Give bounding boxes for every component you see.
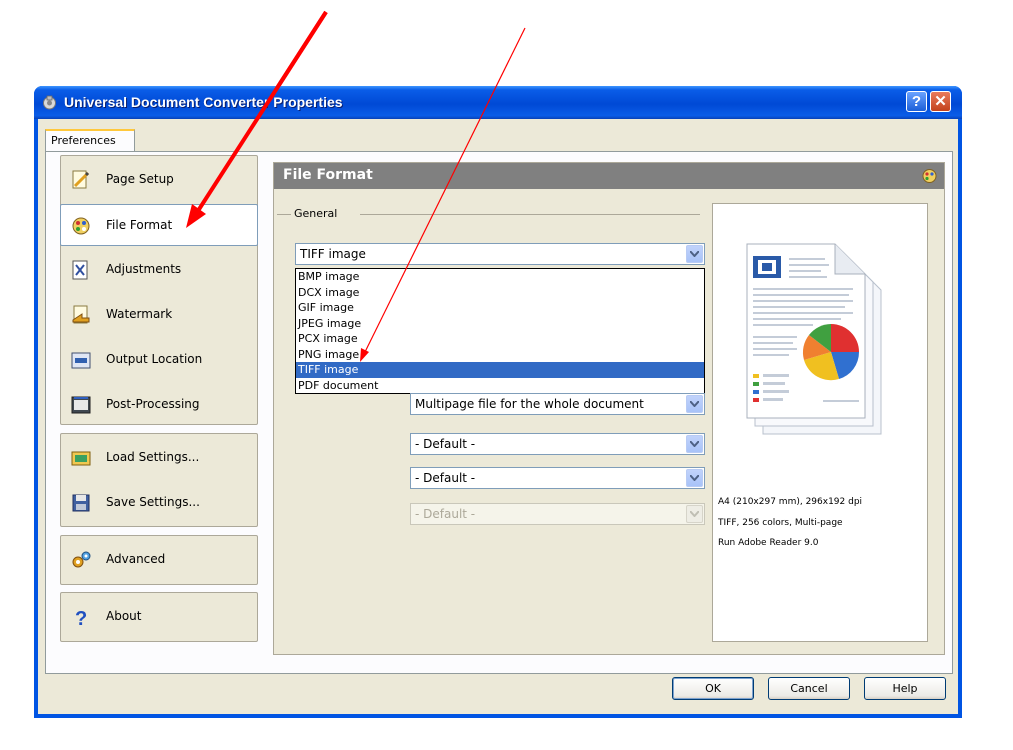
format-select-value: TIFF image <box>300 247 366 261</box>
nav-group-advanced: Advanced <box>60 535 258 585</box>
preview-format-info: TIFF, 256 colors, Multi-page <box>718 518 843 528</box>
ok-button[interactable]: OK <box>672 677 754 700</box>
panel-title: File Format <box>283 167 373 183</box>
dropdown-option-pcx[interactable]: PCX image <box>296 331 704 347</box>
chevron-down-icon[interactable] <box>686 435 703 453</box>
nav-label-advanced: Advanced <box>106 552 166 566</box>
file-format-icon <box>72 217 90 235</box>
dropdown-option-png[interactable]: PNG image <box>296 347 704 363</box>
nav-label-page-setup: Page Setup <box>106 172 174 186</box>
nav-label-file-format: File Format <box>106 218 173 232</box>
chevron-down-icon[interactable] <box>686 245 703 263</box>
dropdown-option-tiff[interactable]: TIFF image <box>296 362 704 378</box>
disabled-select-value: - Default - <box>415 507 476 521</box>
watermark-icon <box>72 305 90 324</box>
output-location-icon <box>71 352 91 369</box>
nav-label-about: About <box>106 609 142 623</box>
nav-item-watermark[interactable]: Watermark <box>61 294 257 336</box>
close-button[interactable]: ✕ <box>930 91 951 112</box>
dropdown-option-pdf[interactable]: PDF document <box>296 378 704 394</box>
compression-select[interactable]: - Default - <box>410 467 705 489</box>
nav-item-adjustments[interactable]: Adjustments <box>61 249 257 291</box>
chevron-down-icon[interactable] <box>686 395 703 413</box>
dropdown-option-dcx[interactable]: DCX image <box>296 285 704 301</box>
document-preview-illustration <box>746 243 882 435</box>
nav-label-post-processing: Post-Processing <box>106 397 200 411</box>
compression-select-value: - Default - <box>415 471 476 485</box>
group-label-general: General <box>294 207 338 220</box>
svg-text:?: ? <box>75 608 87 628</box>
nav-item-load-settings[interactable]: Load Settings... <box>61 437 257 479</box>
nav-item-file-format[interactable]: File Format <box>60 204 258 246</box>
window-title: Universal Document Converter Properties <box>64 94 343 110</box>
group-separator-right <box>360 214 700 215</box>
save-settings-icon <box>72 494 90 512</box>
gears-icon <box>72 551 91 568</box>
preview-action-info: Run Adobe Reader 9.0 <box>718 538 819 548</box>
disabled-select: - Default - <box>410 503 705 525</box>
nav-item-advanced[interactable]: Advanced <box>61 539 257 581</box>
nav-label-save-settings: Save Settings... <box>106 495 200 509</box>
nav-item-output-location[interactable]: Output Location <box>61 339 257 381</box>
multipage-select[interactable]: Multipage file for the whole document <box>410 393 705 415</box>
color-depth-select[interactable]: - Default - <box>410 433 705 455</box>
multipage-select-value: Multipage file for the whole document <box>415 397 644 411</box>
properties-window: Universal Document Converter Properties … <box>34 86 962 718</box>
file-format-header-icon <box>922 169 937 183</box>
panel-header: File Format <box>274 163 944 189</box>
help-button[interactable]: Help <box>864 677 946 700</box>
chevron-down-icon[interactable] <box>686 469 703 487</box>
color-depth-select-value: - Default - <box>415 437 476 451</box>
format-select[interactable]: TIFF image <box>295 243 705 265</box>
nav-item-page-setup[interactable]: Page Setup <box>61 159 257 201</box>
app-icon <box>43 95 56 110</box>
nav-label-output-location: Output Location <box>106 352 203 366</box>
nav-item-post-processing[interactable]: Post-Processing <box>61 384 257 426</box>
tab-preferences[interactable]: Preferences <box>45 129 135 152</box>
page-setup-icon <box>72 170 90 189</box>
question-mark-icon: ? <box>75 608 87 628</box>
preview-pane: A4 (210x297 mm), 296x192 dpi TIFF, 256 c… <box>712 203 928 642</box>
nav-group-main: Page Setup File Format Adjustments Water… <box>60 155 258 425</box>
nav-label-adjustments: Adjustments <box>106 262 182 276</box>
load-settings-icon <box>71 451 91 466</box>
nav-group-settings: Load Settings... Save Settings... <box>60 433 258 527</box>
dropdown-option-gif[interactable]: GIF image <box>296 300 704 316</box>
title-bar[interactable]: Universal Document Converter Properties … <box>34 86 962 119</box>
nav-item-save-settings[interactable]: Save Settings... <box>61 482 257 524</box>
dropdown-option-jpeg[interactable]: JPEG image <box>296 316 704 332</box>
preview-page-info: A4 (210x297 mm), 296x192 dpi <box>718 497 863 507</box>
cancel-button[interactable]: Cancel <box>768 677 850 700</box>
chevron-down-icon <box>686 505 703 523</box>
nav-group-about: ? About <box>60 592 258 642</box>
pie-chart-illustration <box>802 324 860 381</box>
group-separator-left <box>277 214 291 215</box>
dropdown-option-bmp[interactable]: BMP image <box>296 269 704 285</box>
help-title-button[interactable]: ? <box>906 91 927 112</box>
format-dropdown-list[interactable]: BMP image DCX image GIF image JPEG image… <box>295 268 705 394</box>
file-format-panel: File Format General TIFF image BMP image… <box>273 162 945 655</box>
nav-label-watermark: Watermark <box>106 307 173 321</box>
nav-item-about[interactable]: ? About <box>61 596 257 638</box>
window-client: Preferences Page Setup File Format Adjus… <box>38 119 958 714</box>
adjustments-icon <box>72 260 88 280</box>
nav-label-load-settings: Load Settings... <box>106 450 200 464</box>
post-processing-icon <box>71 396 91 414</box>
preferences-panel: Page Setup File Format Adjustments Water… <box>45 151 953 674</box>
